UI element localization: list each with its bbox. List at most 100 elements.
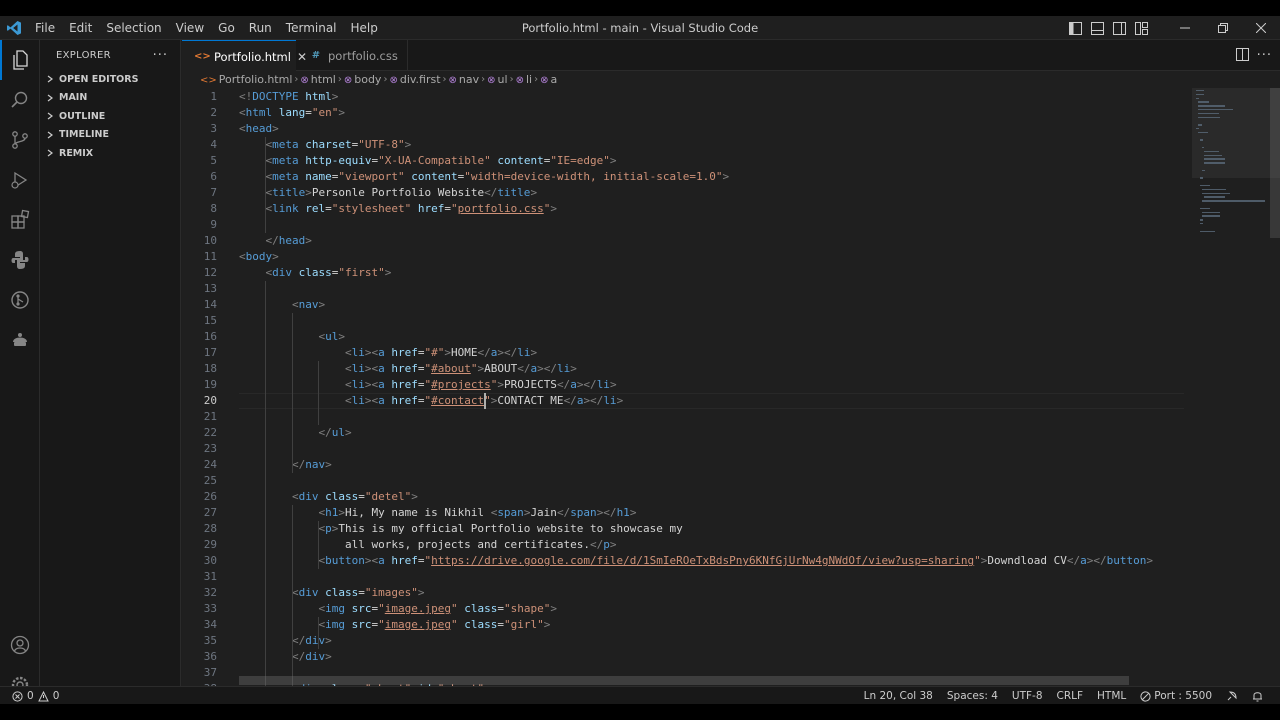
- code-line[interactable]: 8 <link rel="stylesheet" href="portfolio…: [182, 201, 1192, 217]
- chevron-right-icon: [44, 149, 56, 157]
- vertical-scrollbar[interactable]: [1270, 88, 1280, 238]
- notifications-bell-icon[interactable]: [1245, 690, 1270, 702]
- code-line[interactable]: 11 <body>: [182, 249, 1192, 265]
- remote-explorer-icon[interactable]: [0, 320, 40, 360]
- section-open-editors[interactable]: OPEN EDITORS: [40, 70, 180, 89]
- source-control-icon[interactable]: [0, 120, 40, 160]
- explorer-icon[interactable]: [0, 40, 40, 80]
- minimap-line: [1200, 219, 1203, 221]
- search-icon[interactable]: [0, 80, 40, 120]
- menu-help[interactable]: Help: [344, 16, 385, 40]
- code-line[interactable]: 2 <html lang="en">: [182, 105, 1192, 121]
- code-line[interactable]: 13: [182, 281, 1192, 297]
- section-remix[interactable]: REMIX: [40, 144, 180, 163]
- toggle-secondary-sidebar-icon[interactable]: [1108, 16, 1130, 40]
- code-line[interactable]: 30 <button><a href="https://drive.google…: [182, 553, 1192, 569]
- code-line[interactable]: 33 <img src="image.jpeg" class="shape">: [182, 601, 1192, 617]
- code-line[interactable]: 32 <div class="images">: [182, 585, 1192, 601]
- line-number: 34: [203, 618, 217, 631]
- code-line[interactable]: 7 <title>Personle Portfolio Website</tit…: [182, 185, 1192, 201]
- code-line[interactable]: 16 <ul>: [182, 329, 1192, 345]
- split-editor-icon[interactable]: [1235, 47, 1249, 64]
- section-main[interactable]: MAIN: [40, 89, 180, 108]
- code-editor[interactable]: 1 <!DOCTYPE html> 2 <html lang="en"> 3 <head>…: [182, 88, 1192, 686]
- code-line[interactable]: 34 <img src="image.jpeg" class="girl">: [182, 617, 1192, 633]
- code-line[interactable]: 29 all works, projects and certificates.…: [182, 537, 1192, 553]
- code-line[interactable]: 10 </head>: [182, 233, 1192, 249]
- explorer-more-actions-button[interactable]: ···: [153, 48, 168, 63]
- menu-edit[interactable]: Edit: [62, 16, 99, 40]
- indentation[interactable]: Spaces: 4: [940, 690, 1005, 702]
- horizontal-scrollbar[interactable]: [239, 676, 1129, 685]
- run-and-debug-icon[interactable]: [0, 160, 40, 200]
- code-line[interactable]: 14 <nav>: [182, 297, 1192, 313]
- toggle-panel-icon[interactable]: [1086, 16, 1108, 40]
- encoding[interactable]: UTF-8: [1005, 690, 1050, 702]
- menu-file[interactable]: File: [28, 16, 62, 40]
- cursor-position[interactable]: Ln 20, Col 38: [857, 690, 940, 702]
- code-line[interactable]: 24 </nav>: [182, 457, 1192, 473]
- section-timeline[interactable]: TIMELINE: [40, 126, 180, 145]
- breadcrumb-item[interactable]: ⊗ body: [344, 73, 382, 86]
- symbol-tag-icon: ⊗: [343, 75, 353, 86]
- menu-go[interactable]: Go: [211, 16, 242, 40]
- end-of-line[interactable]: CRLF: [1050, 690, 1091, 702]
- indent-guide: [291, 313, 293, 473]
- section-outline[interactable]: OUTLINE: [40, 107, 180, 126]
- breadcrumb-item[interactable]: ⊗ a: [540, 73, 557, 86]
- code-line[interactable]: 15: [182, 313, 1192, 329]
- breadcrumb-item[interactable]: ⊗ li: [516, 73, 533, 86]
- explorer-sidebar: EXPLORER ··· OPEN EDITORS MAIN OUTLINE TIME…: [40, 40, 181, 686]
- code-line[interactable]: 20 <li><a href="#contact">CONTACT ME</a>…: [182, 393, 1192, 409]
- menu-selection[interactable]: Selection: [99, 16, 168, 40]
- breadcrumb-item[interactable]: ⊗ div.first: [389, 73, 440, 86]
- code-line[interactable]: 1 <!DOCTYPE html>: [182, 89, 1192, 105]
- code-line[interactable]: 22 </ul>: [182, 425, 1192, 441]
- code-line[interactable]: 18 <li><a href="#about">ABOUT</a></li>: [182, 361, 1192, 377]
- breadcrumb-item[interactable]: ⊗ ul: [487, 73, 507, 86]
- code-line[interactable]: 28 <p>This is my official Portfolio webs…: [182, 521, 1192, 537]
- customize-layout-icon[interactable]: [1130, 16, 1152, 40]
- tab-portfolio-html[interactable]: <> Portfolio.html ✕: [182, 40, 307, 72]
- code-line[interactable]: 9: [182, 217, 1192, 233]
- code-line[interactable]: 19 <li><a href="#projects">PROJECTS</a><…: [182, 377, 1192, 393]
- toggle-primary-sidebar-icon[interactable]: [1064, 16, 1086, 40]
- feedback-icon[interactable]: [1219, 690, 1245, 702]
- gitlens-icon[interactable]: [0, 280, 40, 320]
- accounts-icon[interactable]: [0, 625, 40, 665]
- problems-indicator[interactable]: 0 0: [12, 687, 59, 704]
- code-line[interactable]: 26 <div class="detel">: [182, 489, 1192, 505]
- code-line[interactable]: 36 </div>: [182, 649, 1192, 665]
- menu-run[interactable]: Run: [242, 16, 279, 40]
- extensions-icon[interactable]: [0, 200, 40, 240]
- code-line[interactable]: 35 </div>: [182, 633, 1192, 649]
- breadcrumb-item[interactable]: ⊗ nav: [449, 73, 480, 86]
- code-line[interactable]: 12 <div class="first">: [182, 265, 1192, 281]
- minimap[interactable]: [1192, 88, 1280, 686]
- code-line[interactable]: 4 <meta charset="UTF-8">: [182, 137, 1192, 153]
- minimize-button[interactable]: [1166, 16, 1204, 40]
- code-line[interactable]: 17 <li><a href="#">HOME</a></li>: [182, 345, 1192, 361]
- code-line[interactable]: 23: [182, 441, 1192, 457]
- code-line[interactable]: 27 <h1>Hi, My name is Nikhil <span>Jain<…: [182, 505, 1192, 521]
- code-line[interactable]: 25: [182, 473, 1192, 489]
- tab-portfolio-css[interactable]: # portfolio.css: [296, 40, 408, 71]
- live-server-port[interactable]: Port : 5500: [1133, 690, 1219, 702]
- restore-button[interactable]: [1204, 16, 1242, 40]
- code-line[interactable]: 5 <meta http-equiv="X-UA-Compatible" con…: [182, 153, 1192, 169]
- python-icon[interactable]: [0, 240, 40, 280]
- more-actions-icon[interactable]: ···: [1257, 48, 1272, 63]
- language-mode[interactable]: HTML: [1090, 690, 1133, 702]
- minimap-line: [1200, 223, 1203, 225]
- code-line[interactable]: 21: [182, 409, 1192, 425]
- menu-terminal[interactable]: Terminal: [279, 16, 344, 40]
- breadcrumb-item[interactable]: <> Portfolio.html: [200, 73, 292, 86]
- explorer-title: EXPLORER: [56, 49, 111, 61]
- tab-bar: <> Portfolio.html ✕ # portfolio.css ···: [182, 40, 1280, 72]
- breadcrumb-item[interactable]: ⊗ html: [300, 73, 335, 86]
- code-line[interactable]: 31: [182, 569, 1192, 585]
- code-line[interactable]: 3 <head>: [182, 121, 1192, 137]
- menu-view[interactable]: View: [169, 16, 211, 40]
- close-window-button[interactable]: [1242, 16, 1280, 40]
- code-line[interactable]: 6 <meta name="viewport" content="width=d…: [182, 169, 1192, 185]
